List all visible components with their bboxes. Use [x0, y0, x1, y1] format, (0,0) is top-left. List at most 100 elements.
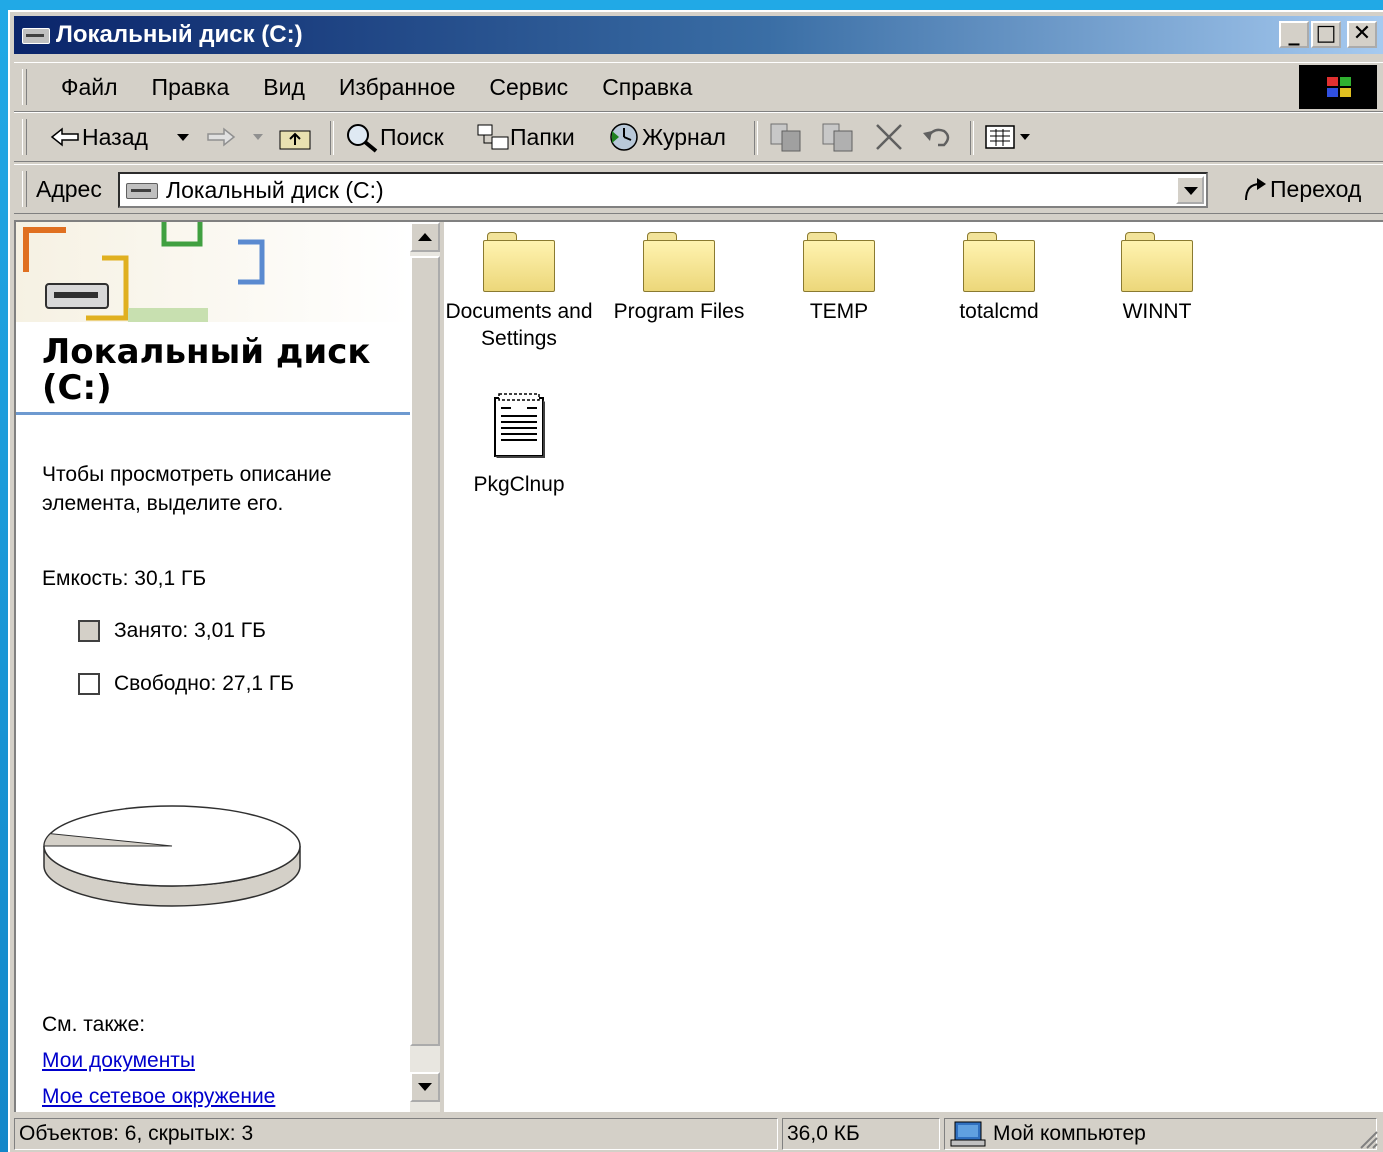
folder-icon — [1121, 232, 1193, 292]
file-list: Documents and Settings Program Files TEM… — [444, 222, 1383, 1112]
back-button[interactable]: Назад — [50, 113, 148, 161]
window-title: Локальный диск (C:) — [56, 21, 303, 48]
network-places-link[interactable]: Мое сетевое окружение — [42, 1084, 275, 1110]
history-icon — [610, 123, 638, 151]
file-item-temp[interactable]: TEMP — [764, 232, 914, 325]
drive-icon — [22, 28, 50, 44]
close-button[interactable]: ✕ — [1347, 21, 1377, 48]
menu-favorites[interactable]: Избранное — [322, 63, 473, 111]
file-item-totalcmd[interactable]: totalcmd — [924, 232, 1074, 325]
back-arrow-icon — [50, 127, 79, 147]
my-documents-link[interactable]: Мои документы — [42, 1048, 195, 1074]
file-item-pkgclnup[interactable]: PkgClnup — [444, 392, 594, 498]
address-input[interactable]: Локальный диск (C:) — [118, 172, 1208, 208]
address-grip[interactable] — [22, 171, 27, 207]
views-button[interactable] — [984, 113, 1034, 161]
chevron-down-icon — [177, 134, 189, 141]
status-location: Мой компьютер — [944, 1118, 1377, 1150]
scroll-up-button[interactable] — [410, 222, 440, 252]
file-item-label: Documents and Settings — [445, 300, 593, 350]
minimize-button[interactable]: _ — [1279, 21, 1309, 48]
menu-file[interactable]: Файл — [44, 63, 135, 111]
menu-grip[interactable] — [22, 69, 27, 105]
views-icon — [985, 125, 1030, 149]
file-item-documents-and-settings[interactable]: Documents and Settings — [444, 232, 594, 352]
chevron-down-icon — [253, 134, 263, 140]
toolbar-grip[interactable] — [22, 119, 27, 155]
file-item-program-files[interactable]: Program Files — [604, 232, 754, 325]
move-to-icon — [770, 123, 801, 152]
used-legend: Занято: 3,01 ГБ — [78, 618, 266, 644]
pane-divider — [16, 412, 410, 415]
my-computer-icon — [950, 1121, 986, 1147]
folder-icon — [643, 232, 715, 292]
left-pane-scrollbar[interactable] — [410, 222, 440, 1112]
delete-icon — [876, 124, 902, 150]
status-location-label: Мой компьютер — [993, 1122, 1146, 1145]
status-size: 36,0 КБ — [782, 1118, 940, 1150]
back-dropdown[interactable] — [176, 113, 190, 161]
drive-icon — [126, 183, 158, 199]
arrow-up-icon — [418, 233, 432, 241]
forward-button[interactable] — [206, 113, 236, 161]
menu-view[interactable]: Вид — [246, 63, 322, 111]
scroll-down-button[interactable] — [410, 1072, 440, 1102]
search-icon — [347, 124, 378, 153]
go-button[interactable]: Переход — [1240, 165, 1361, 213]
file-item-label: totalcmd — [959, 300, 1039, 323]
folder-icon — [963, 232, 1035, 292]
title-bar[interactable]: Локальный диск (C:) _ □ ✕ — [14, 16, 1383, 54]
explorer-window: Локальный диск (C:) _ □ ✕ Файл Правка Ви… — [8, 10, 1383, 1152]
menu-help[interactable]: Справка — [585, 63, 709, 111]
copy-to-icon — [822, 123, 853, 152]
go-arrow-icon — [1245, 178, 1266, 201]
toolbar-separator — [754, 121, 758, 155]
see-also-label: См. также: — [42, 1013, 146, 1036]
go-label: Переход — [1270, 176, 1362, 202]
status-bar: Объектов: 6, скрытых: 3 36,0 КБ Мой комп… — [14, 1114, 1383, 1152]
up-folder-button[interactable] — [278, 113, 312, 161]
text-file-icon — [494, 393, 545, 458]
folders-icon — [477, 124, 509, 150]
undo-button[interactable] — [920, 113, 954, 161]
up-folder-icon — [279, 130, 311, 150]
back-label: Назад — [82, 123, 148, 150]
file-item-label: TEMP — [809, 300, 869, 323]
search-label: Поиск — [380, 123, 444, 150]
used-swatch — [78, 620, 100, 642]
toolbar-separator — [330, 121, 334, 155]
address-bar: Адрес Локальный диск (C:) Переход — [14, 164, 1383, 214]
pane-title: Локальный диск (C:) — [42, 332, 371, 408]
free-text: Свободно: 27,1 ГБ — [114, 672, 295, 695]
folder-icon — [483, 232, 555, 292]
address-label: Адрес — [36, 176, 102, 202]
address-value: Локальный диск (C:) — [166, 177, 384, 203]
menu-edit[interactable]: Правка — [135, 63, 247, 111]
folder-icon — [803, 232, 875, 292]
history-label: Журнал — [642, 123, 726, 150]
folders-button[interactable]: Папки — [476, 113, 575, 161]
disk-usage-pie — [43, 805, 301, 907]
pane-description: Чтобы просмотреть описание элемента, выд… — [42, 463, 332, 515]
copy-to-button[interactable] — [820, 113, 856, 161]
delete-button[interactable] — [874, 113, 904, 161]
address-dropdown-button[interactable] — [1176, 176, 1204, 204]
free-legend: Свободно: 27,1 ГБ — [78, 671, 294, 697]
windows-logo-icon — [1299, 65, 1377, 109]
maximize-button[interactable]: □ — [1311, 21, 1341, 48]
status-objects: Объектов: 6, скрытых: 3 — [14, 1118, 778, 1150]
arrow-down-icon — [418, 1083, 432, 1091]
resize-grip-icon[interactable] — [1357, 1128, 1379, 1150]
standard-toolbar: Назад Поиск Папки Журнал — [14, 112, 1383, 162]
header-graphic — [16, 222, 410, 322]
file-item-label: PkgClnup — [473, 473, 565, 496]
scroll-thumb[interactable] — [410, 256, 440, 1046]
search-button[interactable]: Поиск — [344, 113, 444, 161]
info-pane: Локальный диск (C:) Чтобы просмотреть оп… — [16, 222, 410, 1112]
menu-tools[interactable]: Сервис — [472, 63, 585, 111]
move-to-button[interactable] — [768, 113, 804, 161]
file-item-winnt[interactable]: WINNT — [1082, 232, 1232, 325]
history-button[interactable]: Журнал — [606, 113, 726, 161]
forward-dropdown[interactable] — [252, 113, 264, 161]
free-swatch — [78, 673, 100, 695]
